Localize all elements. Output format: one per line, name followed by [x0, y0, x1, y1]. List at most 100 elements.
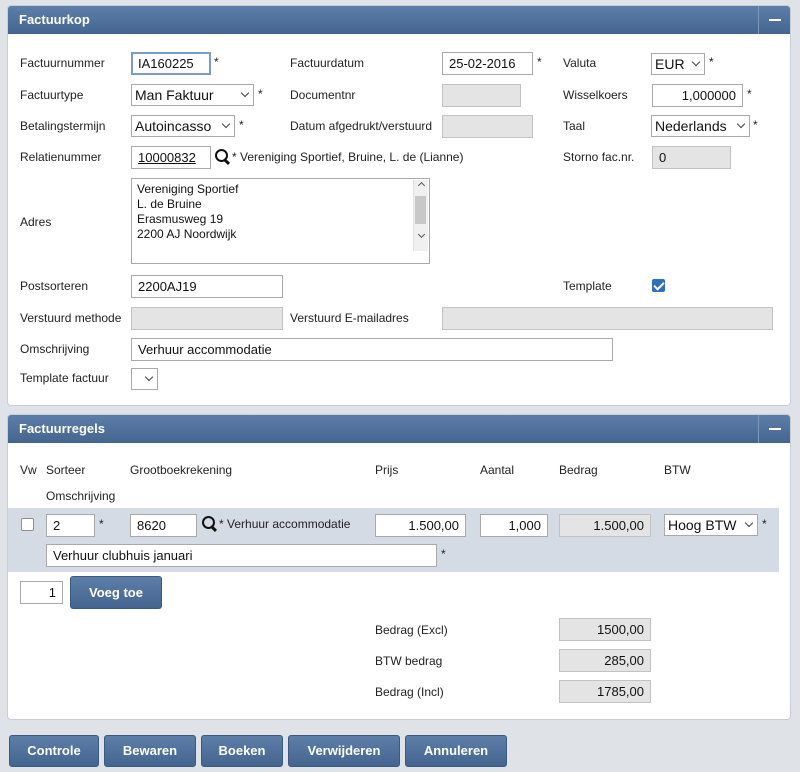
collapse-icon[interactable] [758, 6, 790, 34]
betalingstermijn-label: Betalingstermijn [20, 119, 106, 133]
required-mark: * [239, 118, 244, 132]
valuta-select[interactable]: EUR [651, 53, 705, 75]
bewaren-button[interactable]: Bewaren [104, 735, 196, 767]
prijs-input[interactable]: 1.500,00 [375, 514, 466, 537]
postsorteren-input[interactable]: 2200AJ19 [131, 275, 283, 298]
chevron-down-icon [240, 88, 250, 98]
relatienummer-link[interactable]: 10000832 [138, 150, 196, 165]
required-mark: * [441, 547, 446, 561]
sorteer-input[interactable]: 2 [46, 514, 95, 537]
chevron-down-icon [221, 119, 231, 129]
search-icon[interactable] [202, 516, 218, 532]
aantal-input[interactable]: 1,000 [480, 514, 548, 537]
factuurdatum-input[interactable]: 25-02-2016 [442, 52, 533, 75]
postsorteren-label: Postsorteren [20, 279, 89, 293]
col-omschrijving: Omschrijving [46, 489, 116, 503]
storno-input: 0 [652, 146, 731, 169]
verstuurd-methode-label: Verstuurd methode [20, 311, 122, 325]
factuurnummer-label: Factuurnummer [20, 56, 105, 70]
chevron-down-icon [691, 57, 701, 67]
totaal-excl-output: 1500,00 [559, 618, 651, 641]
adres-line: 2200 AJ Noordwijk [137, 227, 237, 241]
valuta-value: EUR [655, 56, 685, 72]
search-icon[interactable] [215, 149, 231, 165]
factuurnummer-input[interactable]: IA160225 [131, 52, 211, 75]
valuta-label: Valuta [563, 56, 597, 70]
col-btw: BTW [664, 463, 691, 477]
annuleren-button[interactable]: Annuleren [405, 735, 507, 767]
totaal-incl-output: 1785,00 [559, 680, 651, 703]
datum-afgedrukt-label: Datum afgedrukt/verstuurd [290, 119, 433, 133]
betalingstermijn-value: Autoincasso [135, 118, 212, 134]
factuurkop-header: Factuurkop [8, 6, 790, 34]
regel-omschrijving-input[interactable]: Verhuur clubhuis januari [46, 544, 437, 567]
relatienummer-label: Relatienummer [20, 150, 102, 164]
collapse-icon[interactable] [758, 415, 790, 443]
col-grootboek: Grootboekrekening [130, 463, 233, 477]
template-label: Template [563, 279, 612, 293]
required-mark: * [709, 55, 714, 69]
col-sorteer: Sorteer [46, 463, 86, 477]
taal-select[interactable]: Nederlands [651, 115, 750, 137]
relatie-naam: * Vereniging Sportief, Bruine, L. de (Li… [232, 150, 464, 164]
factuurtype-label: Factuurtype [20, 88, 84, 102]
col-aantal: Aantal [480, 463, 515, 477]
required-mark: * [753, 118, 758, 132]
btw-bedrag-label: BTW bedrag [375, 654, 443, 668]
chevron-down-icon [144, 372, 154, 382]
factuurregels-header: Factuurregels [8, 415, 790, 443]
factuurregels-title: Factuurregels [19, 421, 105, 436]
datum-afgedrukt-input [442, 115, 533, 138]
add-count-input[interactable]: 1 [20, 581, 63, 604]
col-prijs: Prijs [375, 463, 399, 477]
voeg-toe-button[interactable]: Voeg toe [70, 576, 162, 609]
required-mark: * [747, 87, 752, 101]
factuurtype-value: Man Faktuur [135, 87, 214, 103]
adres-scroll-thumb[interactable] [415, 196, 426, 224]
required-mark: * [214, 55, 219, 69]
col-bedrag: Bedrag [559, 463, 598, 477]
wisselkoers-input[interactable]: 1,000000 [652, 84, 743, 107]
adres-textarea[interactable]: Vereniging Sportief L. de Bruine Erasmus… [131, 178, 430, 264]
factuurkop-title: Factuurkop [19, 12, 90, 27]
taal-label: Taal [563, 119, 586, 133]
required-mark: * [762, 517, 767, 531]
required-mark: * [99, 517, 104, 531]
adres-label: Adres [20, 215, 52, 229]
template-factuur-select[interactable] [131, 368, 158, 390]
factuurdatum-label: Factuurdatum [290, 56, 365, 70]
grootboek-input[interactable]: 8620 [130, 514, 197, 537]
btw-select[interactable]: Hoog BTW [664, 514, 758, 536]
betalingstermijn-select[interactable]: Autoincasso [131, 115, 235, 137]
required-mark: * [258, 87, 263, 101]
adres-line: L. de Bruine [137, 197, 202, 211]
documentnr-input [442, 84, 521, 107]
adres-line: Vereniging Sportief [137, 182, 239, 196]
boeken-button[interactable]: Boeken [201, 735, 283, 767]
omschrijving-input[interactable]: Verhuur accommodatie [131, 338, 613, 361]
btw-value: Hoog BTW [668, 517, 737, 533]
totaal-incl-label: Bedrag (Incl) [375, 685, 444, 699]
verstuurd-email-label: Verstuurd E-mailadres [290, 311, 409, 325]
controle-button[interactable]: Controle [9, 735, 99, 767]
verstuurd-email-input [442, 307, 773, 330]
col-vw: Vw [20, 463, 37, 477]
relatienummer-input[interactable]: 10000832 [131, 146, 211, 169]
required-mark: * [537, 55, 542, 69]
template-checkbox[interactable] [652, 279, 665, 292]
factuurtype-select[interactable]: Man Faktuur [131, 84, 254, 106]
taal-value: Nederlands [655, 118, 727, 134]
btw-bedrag-output: 285,00 [559, 649, 651, 672]
documentnr-label: Documentnr [290, 88, 356, 102]
totaal-excl-label: Bedrag (Excl) [375, 623, 448, 637]
chevron-down-icon [736, 119, 746, 129]
adres-line: Erasmusweg 19 [137, 212, 224, 226]
bedrag-output: 1.500,00 [559, 514, 651, 537]
verwijderen-button[interactable]: Verwijderen [288, 735, 400, 767]
verstuurd-methode-input [131, 307, 283, 330]
chevron-down-icon [744, 518, 754, 528]
omschrijving-label: Omschrijving [20, 342, 90, 356]
storno-label: Storno fac.nr. [563, 150, 635, 164]
row-select-checkbox[interactable] [21, 518, 34, 531]
wisselkoers-label: Wisselkoers [563, 88, 628, 102]
